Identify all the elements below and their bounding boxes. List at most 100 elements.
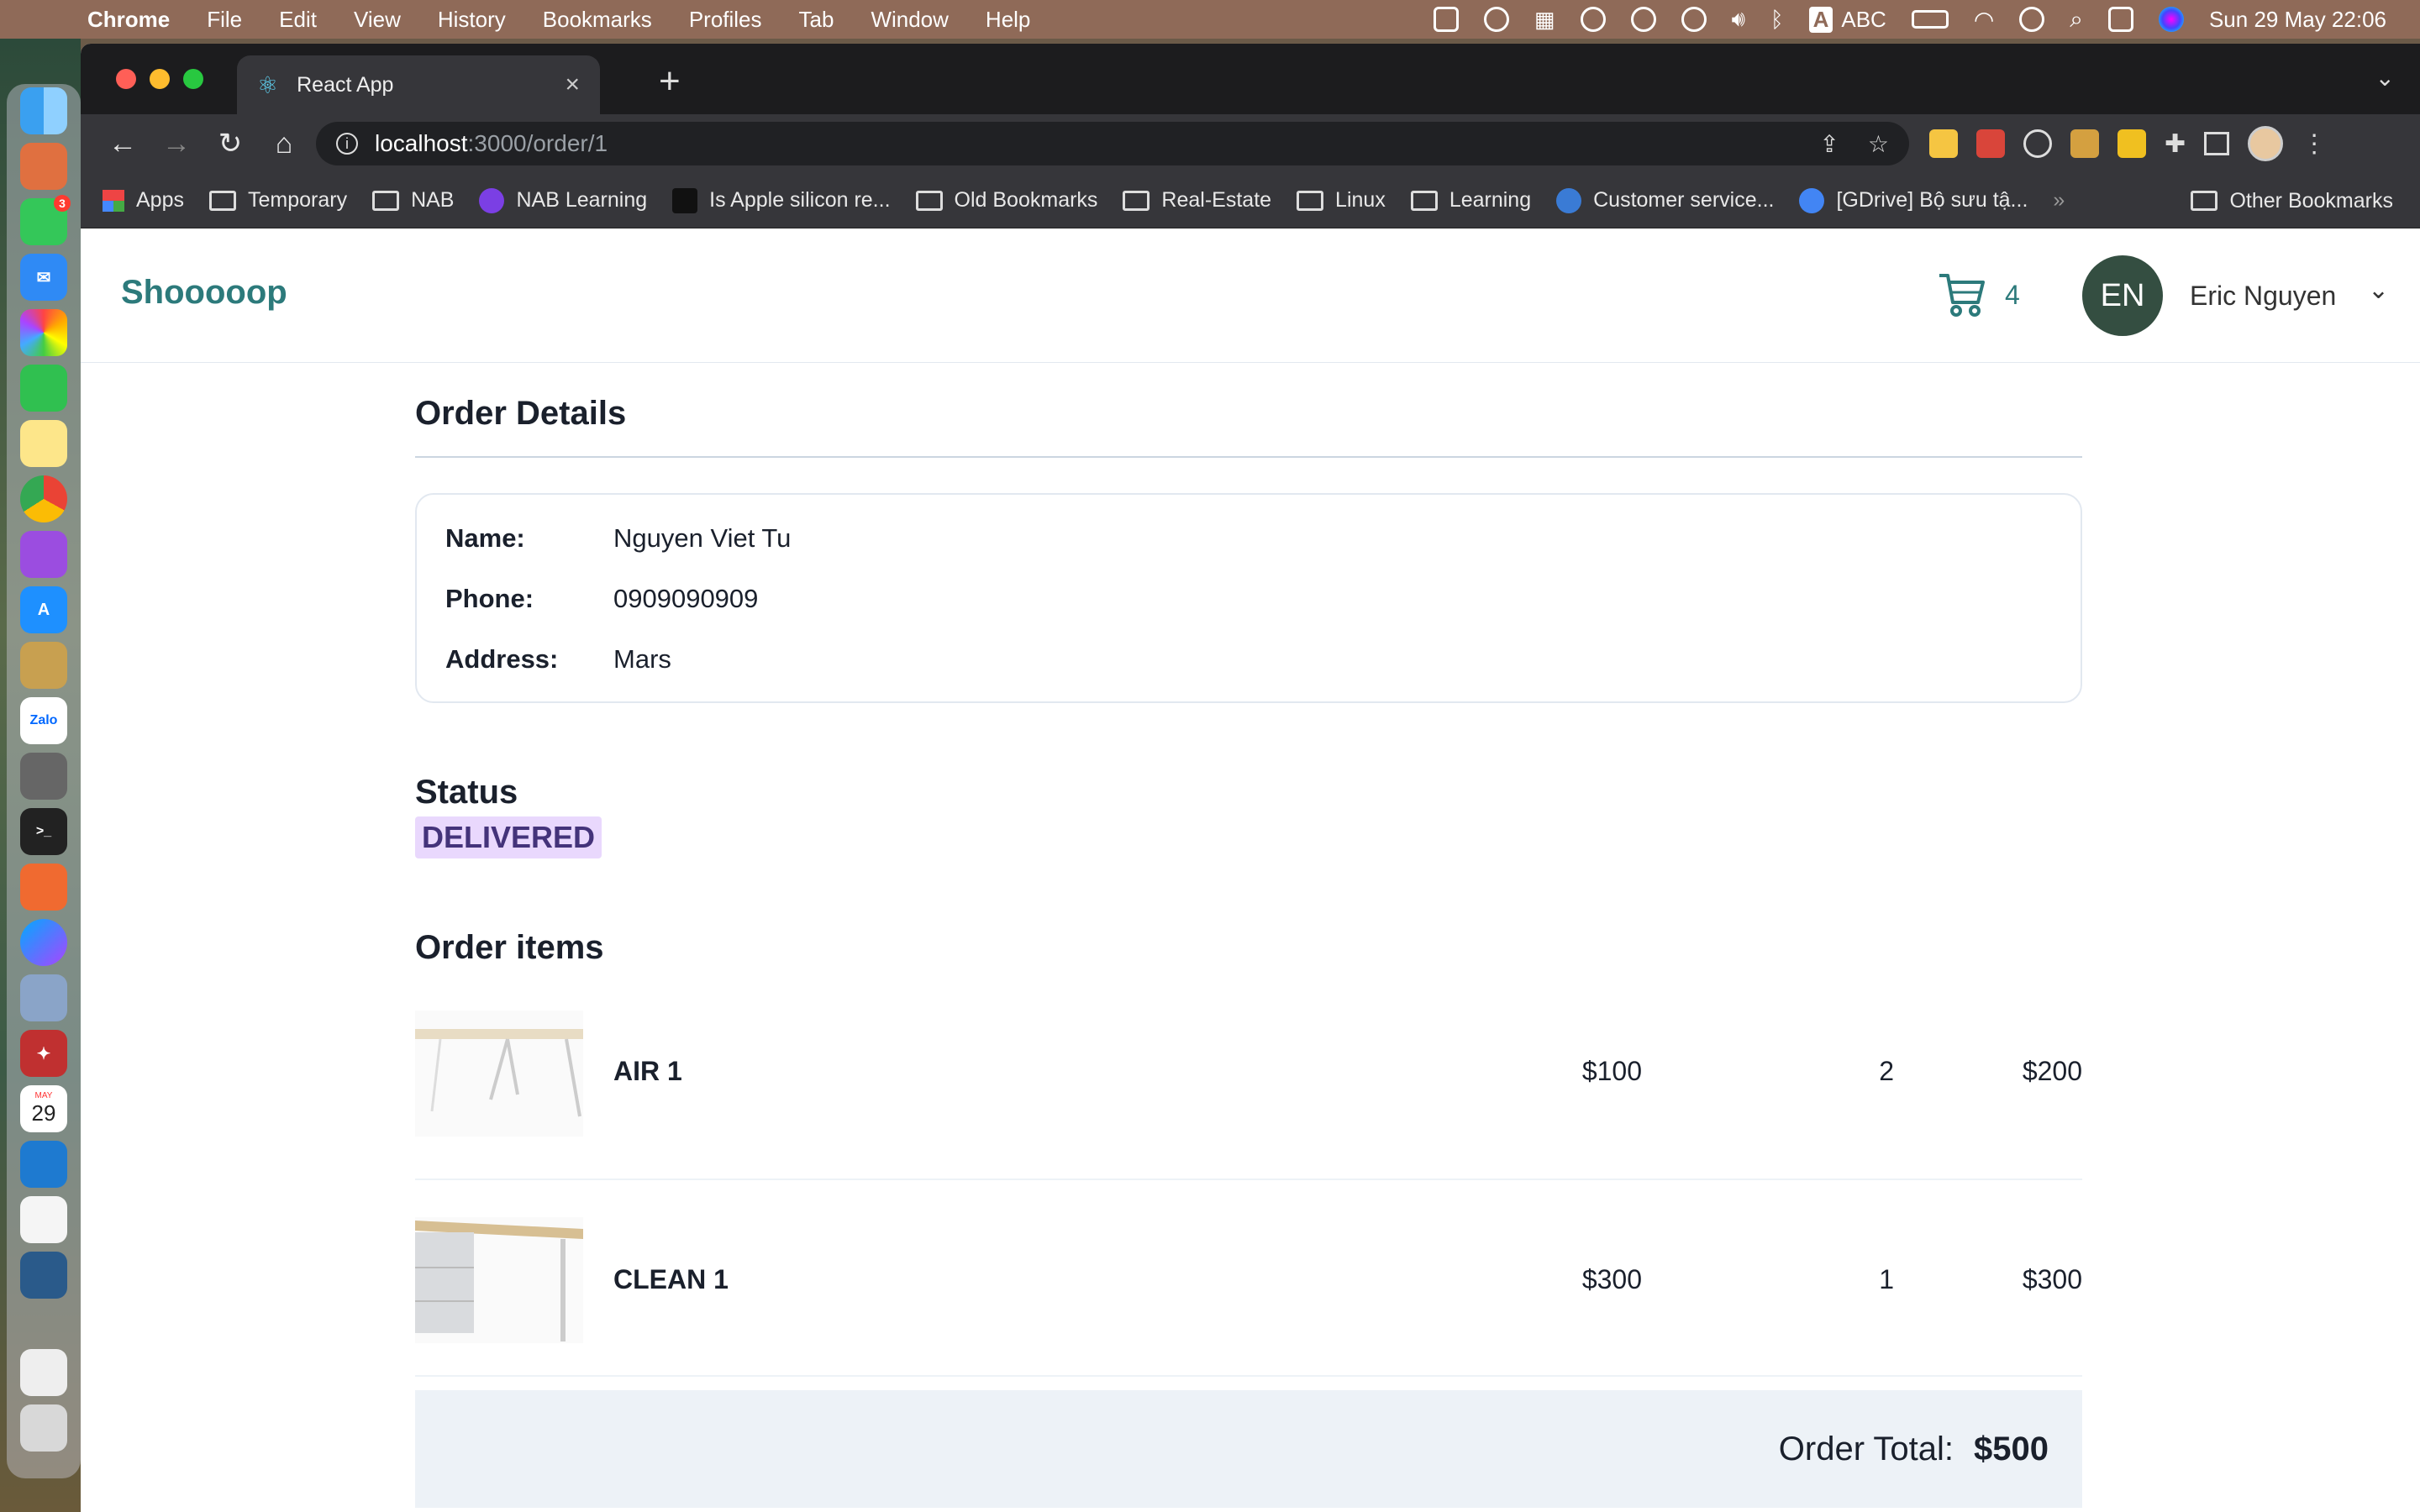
battery-icon[interactable] bbox=[1911, 10, 1949, 29]
bookmark-label: Temporary bbox=[247, 188, 348, 212]
chrome-icon[interactable] bbox=[20, 475, 67, 522]
menu-view[interactable]: View bbox=[354, 7, 401, 33]
spotlight-search-icon[interactable]: ⌕ bbox=[2070, 6, 2083, 34]
bluetooth-icon[interactable]: ᛒ bbox=[1770, 7, 1784, 33]
reload-icon[interactable]: ↻ bbox=[203, 127, 257, 160]
keychain-icon[interactable] bbox=[20, 753, 67, 800]
archive-app-icon[interactable] bbox=[20, 642, 67, 689]
trash-icon[interactable] bbox=[20, 1404, 67, 1452]
star-app-icon[interactable]: ✦ bbox=[20, 1030, 67, 1077]
terminal-icon[interactable]: >_ bbox=[20, 808, 67, 855]
contrast-icon[interactable] bbox=[1484, 7, 1509, 32]
bookmark-label: Other Bookmarks bbox=[2229, 188, 2393, 213]
avatar-initials: EN bbox=[2100, 277, 2145, 313]
podcasts-icon[interactable] bbox=[20, 531, 67, 578]
preview-icon[interactable] bbox=[20, 974, 67, 1021]
maximize-window-icon[interactable] bbox=[183, 69, 203, 89]
info-label: Address: bbox=[445, 644, 559, 674]
extensions-puzzle-icon[interactable]: ✚ bbox=[2165, 129, 2186, 159]
minimize-window-icon[interactable] bbox=[150, 69, 170, 89]
browser-menu-icon[interactable]: ⋮ bbox=[2302, 129, 2327, 159]
home-icon[interactable]: ⌂ bbox=[257, 128, 311, 160]
input-source-icon[interactable]: A ABC bbox=[1808, 6, 1886, 33]
info-row-address: Address: Mars bbox=[445, 644, 2052, 705]
siri-icon[interactable] bbox=[2158, 7, 2184, 32]
bookmark-linux[interactable]: Linux bbox=[1297, 188, 1386, 213]
bookmark-apps[interactable]: Apps bbox=[103, 188, 184, 213]
cart-button[interactable]: 4 bbox=[1938, 272, 2020, 318]
bookmark-apple-silicon[interactable]: Is Apple silicon re... bbox=[672, 187, 891, 213]
menu-bookmarks[interactable]: Bookmarks bbox=[543, 7, 652, 33]
apps-grid-icon bbox=[103, 189, 124, 212]
extension-image-icon[interactable] bbox=[2070, 129, 2099, 158]
mysql-workbench-icon[interactable] bbox=[20, 1252, 67, 1299]
play-icon[interactable] bbox=[1630, 7, 1656, 32]
finder-icon[interactable] bbox=[20, 87, 67, 134]
accessibility-icon[interactable] bbox=[1681, 7, 1707, 32]
bookmark-gdrive[interactable]: [GDrive] Bộ sưu tậ... bbox=[1799, 187, 2028, 213]
zalo-icon[interactable]: Zalo bbox=[20, 697, 67, 744]
bookmark-nab[interactable]: NAB bbox=[372, 188, 454, 213]
menu-help[interactable]: Help bbox=[986, 7, 1030, 33]
extension-yellow-icon[interactable] bbox=[2118, 129, 2146, 158]
menu-history[interactable]: History bbox=[438, 7, 506, 33]
app-store-icon[interactable]: A bbox=[20, 586, 67, 633]
user-account-icon[interactable] bbox=[2019, 7, 2045, 32]
menubar-clock[interactable]: Sun 29 May 22:06 bbox=[2209, 7, 2386, 33]
tab-search-chevron-icon[interactable]: ⌄ bbox=[2375, 64, 2395, 92]
bookmark-learning[interactable]: Learning bbox=[1410, 188, 1531, 213]
messages-icon[interactable]: 3 bbox=[20, 195, 71, 245]
downloads-stack-icon[interactable] bbox=[20, 1349, 67, 1396]
messenger-icon[interactable] bbox=[20, 919, 67, 966]
bookmark-real-estate[interactable]: Real-Estate bbox=[1123, 188, 1271, 213]
extension-red-icon[interactable] bbox=[1976, 129, 2005, 158]
volume-icon[interactable]: 🔊︎ bbox=[1732, 6, 1745, 33]
control-center-icon[interactable] bbox=[2107, 7, 2133, 32]
chevron-down-icon[interactable]: ⌄ bbox=[2368, 276, 2389, 305]
avatar[interactable]: EN bbox=[2082, 255, 2163, 336]
extension-notes-icon[interactable] bbox=[1929, 129, 1958, 158]
bookmark-temporary[interactable]: Temporary bbox=[208, 188, 348, 213]
textedit-icon[interactable] bbox=[20, 1196, 67, 1243]
bookmark-old-bookmarks[interactable]: Old Bookmarks bbox=[915, 188, 1097, 213]
extension-target-icon[interactable] bbox=[2023, 129, 2052, 158]
brand-logo[interactable]: Shooooop bbox=[121, 274, 287, 312]
vscode-icon[interactable] bbox=[20, 1141, 67, 1188]
order-content: Order Details Name: Nguyen Viet Tu Phone… bbox=[415, 363, 2082, 1508]
grammarly-icon[interactable] bbox=[1580, 7, 1606, 32]
calendar-icon[interactable]: MAY 29 bbox=[20, 1085, 67, 1132]
facetime-icon[interactable] bbox=[20, 365, 67, 412]
bookmark-nab-learning[interactable]: NAB Learning bbox=[479, 187, 647, 213]
wifi-icon[interactable]: ◠ bbox=[1974, 6, 1994, 34]
bookmark-star-icon[interactable]: ☆ bbox=[1868, 130, 1889, 158]
launchpad-icon[interactable] bbox=[20, 143, 67, 190]
mail-icon[interactable]: ✉ bbox=[20, 254, 67, 301]
site-info-icon[interactable]: i bbox=[336, 133, 358, 155]
back-arrow-icon[interactable]: ← bbox=[96, 128, 150, 160]
draw-app-icon[interactable] bbox=[20, 864, 67, 911]
profile-avatar-icon[interactable] bbox=[2248, 126, 2284, 161]
menu-window[interactable]: Window bbox=[871, 7, 948, 33]
menu-profiles[interactable]: Profiles bbox=[689, 7, 762, 33]
share-icon[interactable]: ⇪ bbox=[1819, 130, 1839, 158]
tab-react-app[interactable]: ⚛ React App × bbox=[237, 55, 600, 114]
side-panel-icon[interactable] bbox=[2204, 132, 2230, 155]
menu-tab[interactable]: Tab bbox=[799, 7, 834, 33]
other-bookmarks[interactable]: Other Bookmarks bbox=[2191, 173, 2393, 228]
bookmark-customer-service[interactable]: Customer service... bbox=[1556, 187, 1774, 213]
tab-close-icon[interactable]: × bbox=[565, 71, 580, 99]
new-tab-icon[interactable]: + bbox=[659, 60, 681, 102]
user-name[interactable]: Eric Nguyen bbox=[2190, 281, 2336, 312]
menu-edit[interactable]: Edit bbox=[279, 7, 317, 33]
more-bookmarks-chevron-icon[interactable]: » bbox=[2053, 188, 2065, 213]
photos-icon[interactable] bbox=[20, 309, 67, 356]
drive-status-icon[interactable] bbox=[1434, 7, 1459, 32]
react-favicon-icon: ⚛ bbox=[257, 71, 279, 98]
menu-file[interactable]: File bbox=[207, 7, 242, 33]
close-window-icon[interactable] bbox=[116, 69, 136, 89]
forward-arrow-icon[interactable]: → bbox=[150, 128, 203, 160]
notes-icon[interactable] bbox=[20, 420, 67, 467]
docker-icon[interactable]: ▦ bbox=[1534, 7, 1555, 33]
menu-app-name[interactable]: Chrome bbox=[87, 7, 170, 33]
address-bar[interactable]: i localhost:3000/order/1 ⇪ ☆ bbox=[316, 122, 1909, 165]
